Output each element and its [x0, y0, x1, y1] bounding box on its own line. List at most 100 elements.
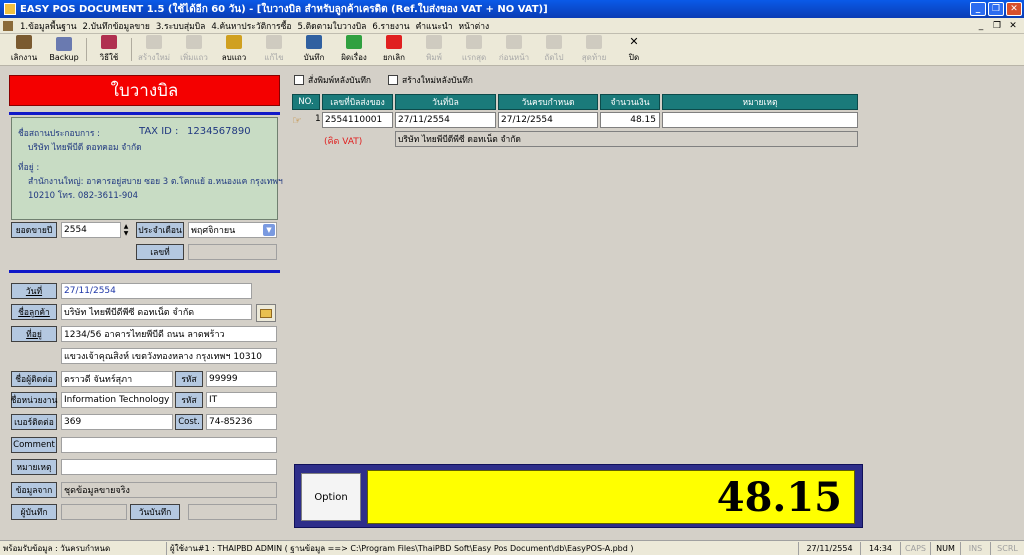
company-name: บริษัท ไทยพีบีดี ดอทคอม จำกัด	[28, 143, 142, 153]
number-label: เลขที่	[136, 244, 184, 260]
toolbar-label: สร้างใหม่	[137, 53, 171, 62]
print-after-save-checkbox[interactable]: สั่งพิมพ์หลังบันทึก	[294, 73, 371, 87]
delete-row-button[interactable]: ลบแถว	[214, 34, 254, 65]
company-address-line2: 10210 โทร. 082-3611-904	[28, 191, 139, 201]
date-label: วันที่	[11, 283, 57, 299]
record-date-label: วันบันทึก	[130, 504, 180, 520]
menu-random-bill[interactable]: 3.ระบบสุ่มบิล	[153, 19, 208, 33]
toolbar-label: Backup	[49, 53, 79, 62]
window-title: EASY POS DOCUMENT 1.5 (ใช้ได้อีก 60 วัน)…	[20, 3, 548, 15]
open-folder-icon[interactable]	[256, 304, 276, 322]
date-field[interactable]: 27/11/2554	[61, 283, 252, 299]
row-bill-cell[interactable]: 2554110001	[322, 112, 393, 128]
prev-button[interactable]: ก่อนหน้า	[494, 34, 534, 65]
menu-sales-entry[interactable]: 2.บันทึกข้อมูลขาย	[80, 19, 153, 33]
exit-button[interactable]: เลิกงาน	[4, 34, 44, 65]
close-window-button[interactable]: ✕	[1006, 2, 1022, 16]
address-label[interactable]: ที่อยู่	[11, 326, 57, 342]
divider	[9, 270, 280, 273]
save-button[interactable]: บันทึก	[294, 34, 334, 65]
phone-label: เบอร์ติดต่อ	[11, 414, 57, 430]
customer-label[interactable]: ชื่อลูกค้า	[11, 304, 57, 320]
mdi-minimize-icon[interactable]: _	[974, 20, 988, 32]
new-button[interactable]: สร้างใหม่	[134, 34, 174, 65]
option-button[interactable]: Option	[301, 473, 361, 521]
printer-icon	[426, 35, 442, 49]
menu-window[interactable]: หน้าต่าง	[455, 19, 492, 33]
checkbox-icon[interactable]	[388, 75, 398, 85]
row-number: 1	[315, 114, 321, 124]
menu-purchase-history[interactable]: 4.ค้นหาประวัติการซื้อ	[208, 19, 294, 33]
customer-label-text: ชื่อลูกค้า	[18, 308, 50, 318]
department-field[interactable]: Information Technology	[61, 392, 173, 408]
address-line1-field[interactable]: 1234/56 อาคารไทยพีบีดี ถนน ลาดพร้าว	[61, 326, 277, 342]
company-address-line1: สำนักงานใหญ่: อาคารอยู่สบาย ซอย 3 ต.โคกแ…	[28, 177, 283, 187]
department-code-field[interactable]: IT	[206, 392, 277, 408]
folder-icon	[266, 35, 282, 49]
column-header-amount[interactable]: จำนวนเงิน	[600, 94, 660, 110]
add-row-button[interactable]: เพิ่มแถว	[174, 34, 214, 65]
door-icon	[16, 35, 32, 49]
last-button[interactable]: สุดท้าย	[574, 34, 614, 65]
comment-field[interactable]	[61, 437, 277, 453]
first-button[interactable]: แรกสุด	[454, 34, 494, 65]
phone-field[interactable]: 369	[61, 414, 173, 430]
menu-reports[interactable]: 6.รายงาน	[369, 19, 412, 33]
row-date-cell[interactable]: 27/11/2554	[395, 112, 496, 128]
chevron-down-icon[interactable]: ▼	[263, 224, 275, 236]
column-header-no[interactable]: NO.	[292, 94, 320, 110]
number-field[interactable]	[188, 244, 277, 260]
minimize-button[interactable]: _	[970, 2, 986, 16]
row-due-cell[interactable]: 27/12/2554	[498, 112, 598, 128]
year-field[interactable]: 2554	[61, 222, 121, 238]
mdi-close-icon[interactable]: ✕	[1006, 20, 1020, 32]
save-icon	[306, 35, 322, 49]
contact-code-field[interactable]: 99999	[206, 371, 277, 387]
next-button[interactable]: ถัดไป	[534, 34, 574, 65]
last-icon	[586, 35, 602, 49]
toolbar-label: ก่อนหน้า	[498, 53, 530, 62]
backup-button[interactable]: Backup	[44, 34, 84, 65]
row-amount-cell[interactable]: 48.15	[600, 112, 660, 128]
howto-button[interactable]: วิธีใช้	[89, 34, 129, 65]
status-message: พร้อมรับข้อมูล : วันครบกำหนด	[3, 543, 111, 553]
close-icon: ✕	[629, 35, 639, 48]
row-note-cell[interactable]	[662, 112, 858, 128]
taxid-value: 1234567890	[187, 126, 251, 137]
maximize-button[interactable]: ❐	[988, 2, 1004, 16]
column-header-due[interactable]: วันครบกำหนด	[498, 94, 598, 110]
toolbar-label: พิมพ์	[426, 53, 442, 62]
edit-button[interactable]: แก้ไข	[254, 34, 294, 65]
cancel-button[interactable]: ยกเลิก	[374, 34, 414, 65]
title-bar: EASY POS DOCUMENT 1.5 (ใช้ได้อีก 60 วัน)…	[0, 0, 1024, 18]
toolbar-label: แก้ไข	[264, 53, 284, 62]
checkbox-icon[interactable]	[294, 75, 304, 85]
print-button[interactable]: พิมพ์	[414, 34, 454, 65]
column-header-date[interactable]: วันที่บิล	[395, 94, 496, 110]
menu-master-data[interactable]: 1.ข้อมูลพื้นฐาน	[17, 19, 80, 33]
book-icon	[101, 35, 117, 49]
column-header-note[interactable]: หมายเหตุ	[662, 94, 858, 110]
add-document-button[interactable]: ผิดเรื่อง	[334, 34, 374, 65]
toolbar-label: บันทึก	[303, 53, 325, 62]
contact-field[interactable]: ตราวดี จันทร์สุภา	[61, 371, 173, 387]
new-after-save-checkbox[interactable]: สร้างใหม่หลังบันทึก	[388, 73, 473, 87]
cost-field[interactable]: 74-85236	[206, 414, 277, 430]
source-field: ชุดข้อมูลขายจริง	[61, 482, 277, 498]
status-scrl: SCRL	[990, 541, 1024, 555]
year-spinner-icon[interactable]: ▲ ▼	[121, 222, 131, 238]
source-label: ข้อมูลจาก	[11, 482, 57, 498]
address-label-text: ที่อยู่	[26, 330, 42, 340]
column-header-bill[interactable]: เลขที่บิลส่งของ	[322, 94, 393, 110]
address-line2-field[interactable]: แขวงเจ้าคุณสิงห์ เขตวังทองหลาง กรุงเทพฯ …	[61, 348, 277, 364]
toolbar-label: ยกเลิก	[382, 53, 405, 62]
mdi-restore-icon[interactable]: ❐	[990, 20, 1004, 32]
comment-label: Comment	[11, 437, 57, 453]
document-heading: ใบวางบิล	[9, 75, 280, 106]
close-button[interactable]: ✕ ปิด	[614, 34, 654, 65]
toolbar-label: เพิ่มแถว	[180, 53, 208, 62]
menu-track-billing[interactable]: 5.ติดตามใบวางบิล	[295, 19, 370, 33]
customer-field[interactable]: บริษัท ไทยพีบีดีพีซี ดอทเน็ต จำกัด	[61, 304, 252, 320]
menu-advice[interactable]: คำแนะนำ	[413, 19, 456, 33]
note-field[interactable]	[61, 459, 277, 475]
